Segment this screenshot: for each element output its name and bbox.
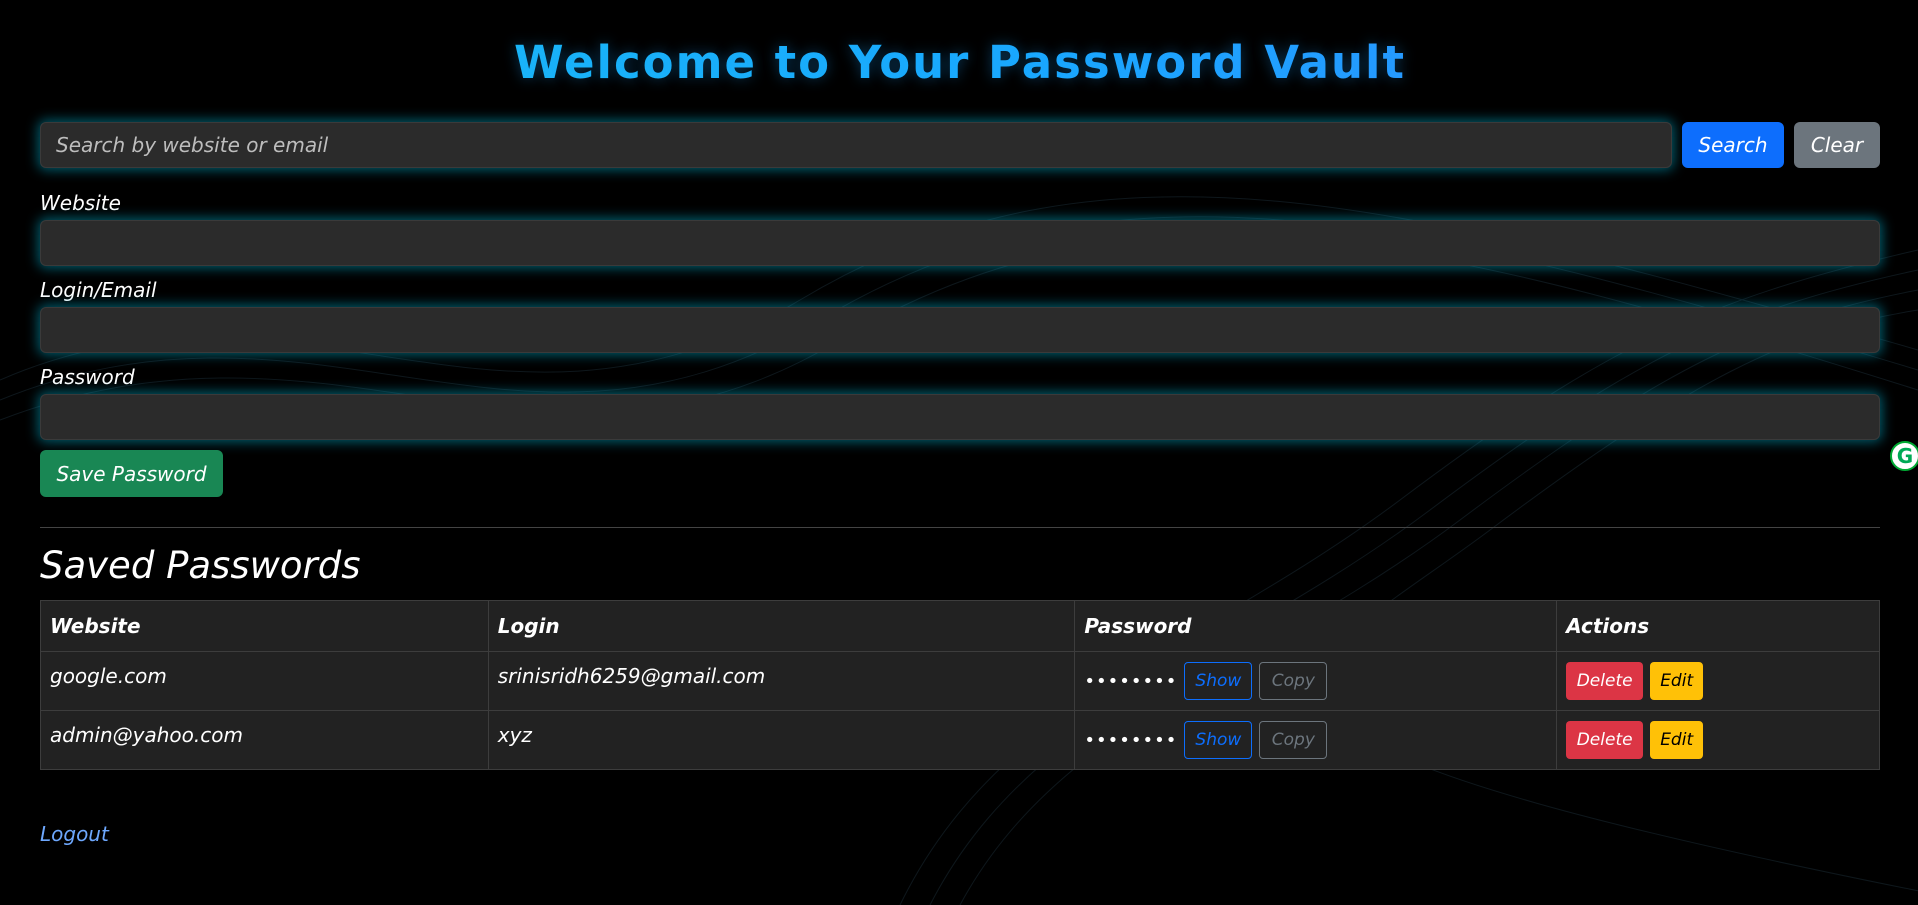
search-bar: Search Clear — [40, 122, 1880, 168]
table-header-row: Website Login Password Actions — [40, 600, 1880, 652]
search-button[interactable]: Search — [1682, 122, 1784, 168]
website-text: google.com — [50, 664, 167, 688]
show-password-button[interactable]: Show — [1184, 721, 1253, 759]
delete-button[interactable]: Delete — [1566, 721, 1644, 759]
show-password-button[interactable]: Show — [1184, 662, 1253, 700]
save-password-button[interactable]: Save Password — [40, 450, 223, 497]
cell-actions: Delete Edit — [1556, 710, 1880, 770]
search-input[interactable] — [40, 122, 1672, 168]
table-row: google.com srinisridh6259@gmail.com ••••… — [40, 651, 1880, 711]
cell-login: xyz — [487, 710, 1076, 770]
grammarly-icon[interactable]: G — [1890, 441, 1918, 471]
page-title: Welcome to Your Password Vault — [40, 36, 1880, 89]
cell-login: srinisridh6259@gmail.com — [487, 651, 1076, 711]
column-header-password: Password — [1074, 600, 1558, 652]
cell-password: •••••••• Show Copy — [1074, 651, 1558, 711]
section-divider — [40, 527, 1880, 528]
copy-password-button[interactable]: Copy — [1259, 721, 1328, 759]
column-header-website: Website — [40, 600, 489, 652]
logout-link[interactable]: Logout — [40, 822, 109, 846]
cell-website: google.com — [40, 651, 489, 711]
cell-website: admin@yahoo.com — [40, 710, 489, 770]
website-field[interactable] — [40, 220, 1880, 266]
copy-password-button[interactable]: Copy — [1259, 662, 1328, 700]
login-email-label: Login/Email — [40, 278, 157, 302]
edit-button[interactable]: Edit — [1650, 721, 1704, 759]
cell-actions: Delete Edit — [1556, 651, 1880, 711]
password-label: Password — [40, 365, 135, 389]
clear-button[interactable]: Clear — [1794, 122, 1880, 168]
cell-password: •••••••• Show Copy — [1074, 710, 1558, 770]
column-header-actions: Actions — [1556, 600, 1880, 652]
edit-button[interactable]: Edit — [1650, 662, 1704, 700]
saved-passwords-table: Website Login Password Actions google.co… — [40, 600, 1880, 770]
masked-password: •••••••• — [1084, 670, 1178, 692]
website-text: admin@yahoo.com — [50, 723, 243, 747]
login-text: srinisridh6259@gmail.com — [497, 664, 766, 688]
login-text: xyz — [497, 723, 532, 747]
masked-password: •••••••• — [1084, 729, 1178, 751]
column-header-login: Login — [487, 600, 1076, 652]
login-email-field[interactable] — [40, 307, 1880, 353]
website-label: Website — [40, 191, 121, 215]
saved-passwords-title: Saved Passwords — [40, 544, 361, 587]
delete-button[interactable]: Delete — [1566, 662, 1644, 700]
table-row: admin@yahoo.com xyz •••••••• Show Copy D… — [40, 710, 1880, 770]
password-field[interactable] — [40, 394, 1880, 440]
